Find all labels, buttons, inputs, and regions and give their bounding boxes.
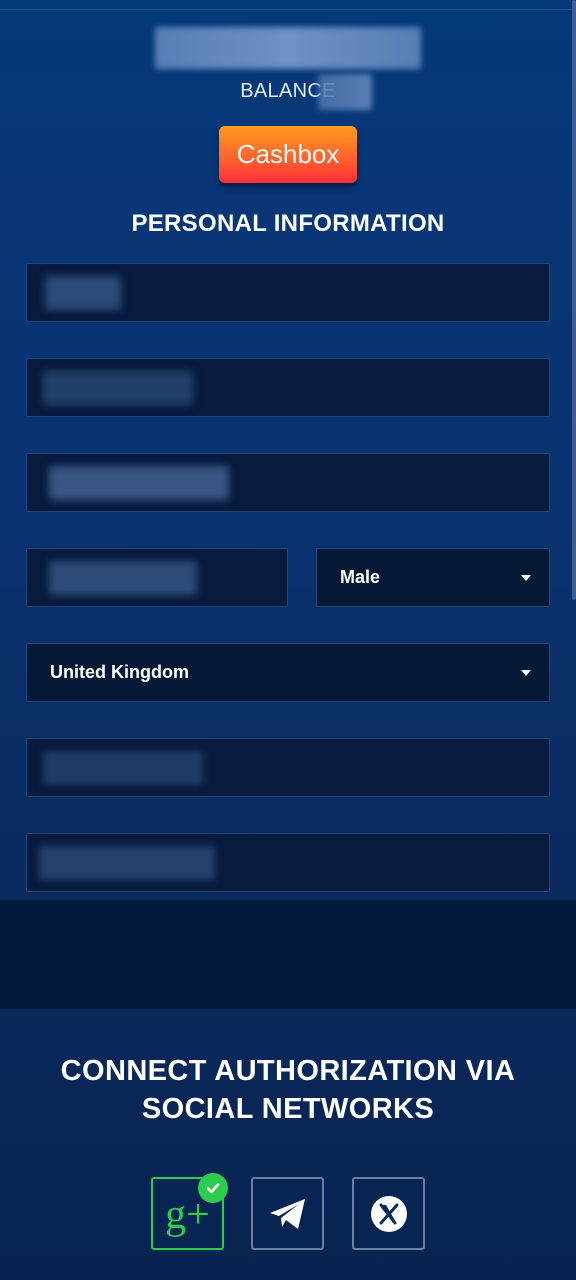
gender-value: Male: [340, 567, 381, 587]
redacted-value: [49, 466, 229, 500]
first-name-field[interactable]: [26, 263, 550, 322]
x-button[interactable]: [352, 1177, 425, 1250]
last-name-field[interactable]: [26, 358, 550, 417]
connected-check-icon: [198, 1173, 228, 1203]
redacted-value: [43, 751, 203, 785]
section-divider-band: [0, 900, 576, 1009]
social-connect-title: CONNECT AUTHORIZATION VIA SOCIAL NETWORK…: [60, 1055, 516, 1125]
email-field[interactable]: [26, 453, 550, 512]
city-field[interactable]: [26, 738, 550, 797]
balance-value-redacted: [318, 74, 372, 110]
redacted-value: [49, 561, 197, 595]
cashbox-button[interactable]: Cashbox: [219, 126, 357, 183]
birthdate-field[interactable]: [26, 548, 288, 607]
address-field[interactable]: [26, 833, 550, 892]
google-plus-button[interactable]: g+: [151, 1173, 228, 1250]
redacted-value: [45, 276, 121, 310]
chevron-down-icon: [521, 574, 531, 581]
redacted-value: [39, 846, 215, 880]
country-select[interactable]: United Kingdom: [26, 643, 550, 702]
gender-select[interactable]: Male: [316, 548, 550, 607]
username-redacted: [155, 27, 421, 69]
x-icon: [370, 1195, 407, 1232]
personal-information-title: PERSONAL INFORMATION: [131, 210, 445, 237]
redacted-value: [43, 371, 193, 405]
balance-row: BALANCE: [0, 80, 576, 103]
telegram-icon: [269, 1198, 305, 1229]
telegram-button[interactable]: [251, 1177, 324, 1250]
top-divider: [0, 9, 576, 10]
country-value: United Kingdom: [50, 662, 189, 682]
chevron-down-icon: [521, 669, 531, 676]
